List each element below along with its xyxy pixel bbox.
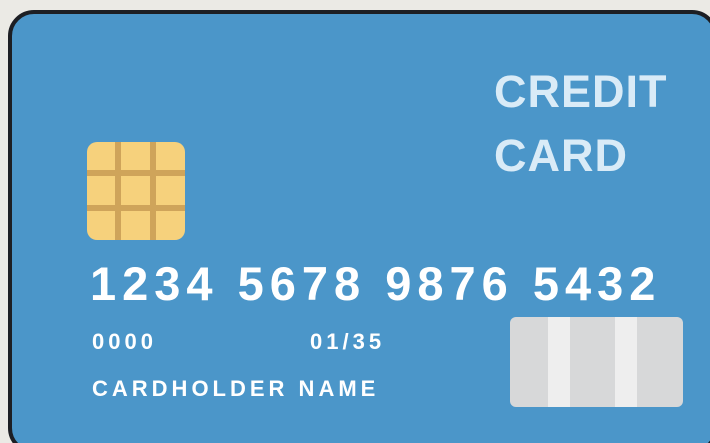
credit-card: CREDIT CARD 1234 5678 9876 5432 0000 01/… — [8, 10, 710, 443]
card-title-line-2: CARD — [494, 130, 628, 181]
expiry-date: 01/35 — [310, 329, 386, 354]
signature-stripe-1 — [548, 317, 570, 407]
chip-icon — [87, 142, 185, 240]
signature-stripe-2 — [615, 317, 637, 407]
chip-line-horizontal-1 — [87, 170, 185, 176]
signature-panel-icon — [510, 317, 683, 407]
card-title-line-1: CREDIT — [494, 66, 668, 117]
card-number: 1234 5678 9876 5432 — [90, 257, 662, 310]
chip-line-vertical-1 — [115, 142, 121, 240]
security-code: 0000 — [92, 329, 157, 354]
chip-line-horizontal-2 — [87, 205, 185, 211]
page: CREDIT CARD 1234 5678 9876 5432 0000 01/… — [0, 0, 710, 443]
cardholder-name: CARDHOLDER NAME — [92, 376, 380, 401]
chip-line-vertical-2 — [150, 142, 156, 240]
